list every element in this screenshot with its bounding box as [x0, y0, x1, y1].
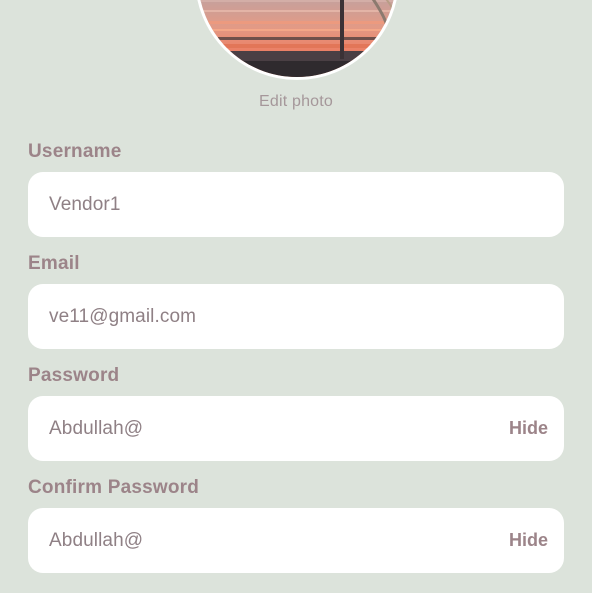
profile-photo[interactable] [195, 0, 399, 80]
username-field[interactable]: Vendor1 [28, 172, 564, 237]
profile-photo-image [198, 0, 396, 77]
password-label: Password [28, 365, 120, 386]
confirm-password-field[interactable]: Abdullah@ Hide [28, 508, 564, 573]
username-value: Vendor1 [49, 194, 121, 215]
password-value: Abdullah@ [49, 418, 144, 439]
edit-photo-link[interactable]: Edit photo [0, 93, 592, 111]
confirm-password-value: Abdullah@ [49, 530, 144, 551]
email-field[interactable]: ve11@gmail.com [28, 284, 564, 349]
email-label: Email [28, 253, 80, 274]
password-hide-button[interactable]: Hide [509, 396, 548, 461]
confirm-password-label: Confirm Password [28, 477, 200, 498]
email-value: ve11@gmail.com [49, 306, 197, 327]
confirm-password-hide-button[interactable]: Hide [509, 508, 548, 573]
username-label: Username [28, 141, 122, 162]
password-field[interactable]: Abdullah@ Hide [28, 396, 564, 461]
